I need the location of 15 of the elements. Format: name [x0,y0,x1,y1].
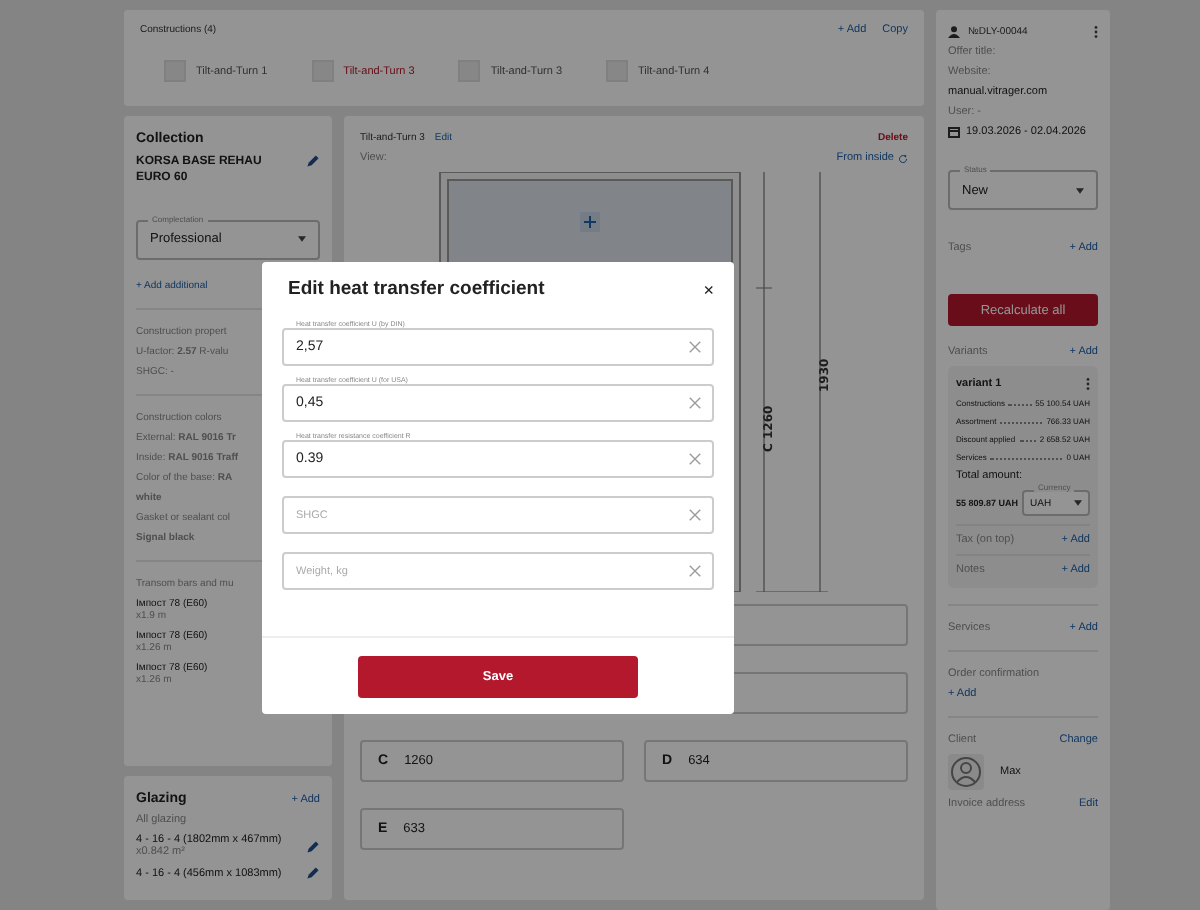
close-button[interactable]: × [703,279,714,299]
calendar-icon [948,126,960,138]
clear-icon[interactable] [688,396,702,410]
refresh-icon [898,153,908,163]
caret-icon [1076,187,1084,193]
clear-icon[interactable] [688,564,702,578]
pencil-icon[interactable] [306,154,320,168]
clear-icon[interactable] [688,340,702,354]
clear-icon[interactable] [688,508,702,522]
dialog-title: Edit heat transfer coefficient [288,278,545,300]
person-icon [948,26,960,38]
caret-icon [298,236,306,243]
caret-icon [1074,500,1082,506]
clear-icon[interactable] [688,452,702,466]
avatar-icon [948,754,984,790]
